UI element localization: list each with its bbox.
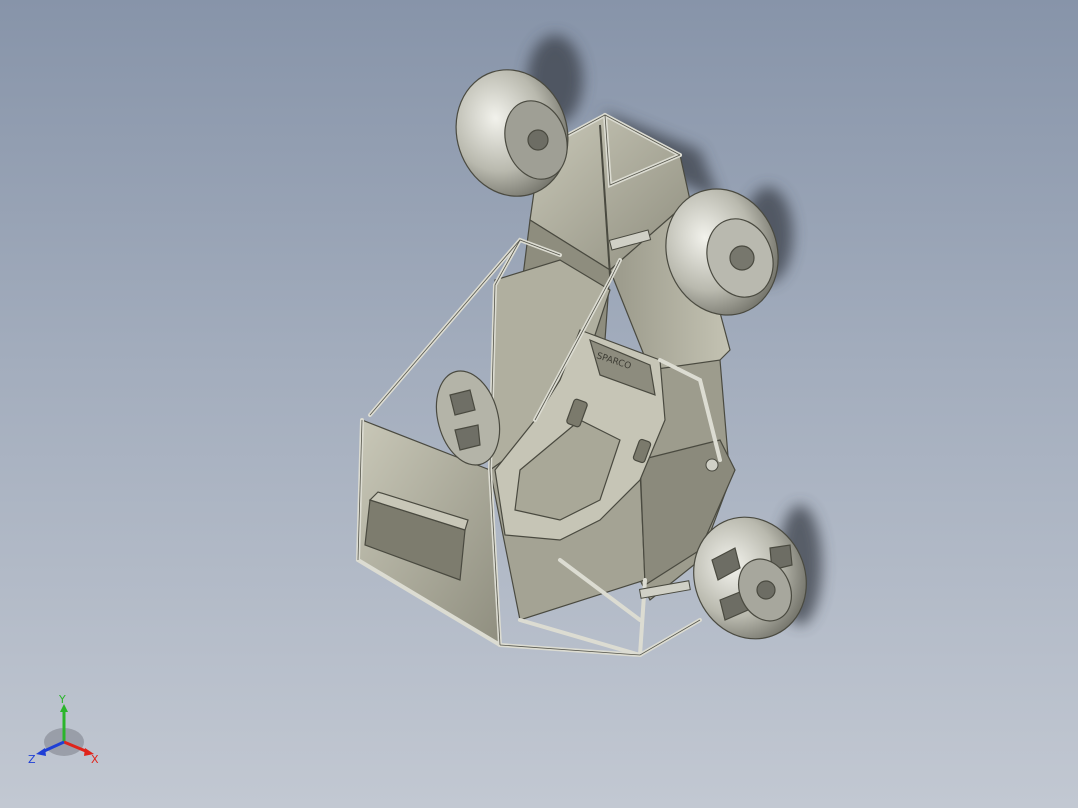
x-axis-label: X	[91, 753, 99, 766]
z-arrow-icon	[36, 748, 46, 756]
3d-viewport[interactable]: SPARCO Y X Z	[0, 0, 1078, 808]
y-axis-label: Y	[58, 694, 66, 706]
orientation-triad[interactable]: Y X Z	[28, 694, 104, 770]
go-kart-model[interactable]: SPARCO	[0, 0, 1078, 808]
z-axis-label: Z	[28, 753, 36, 766]
